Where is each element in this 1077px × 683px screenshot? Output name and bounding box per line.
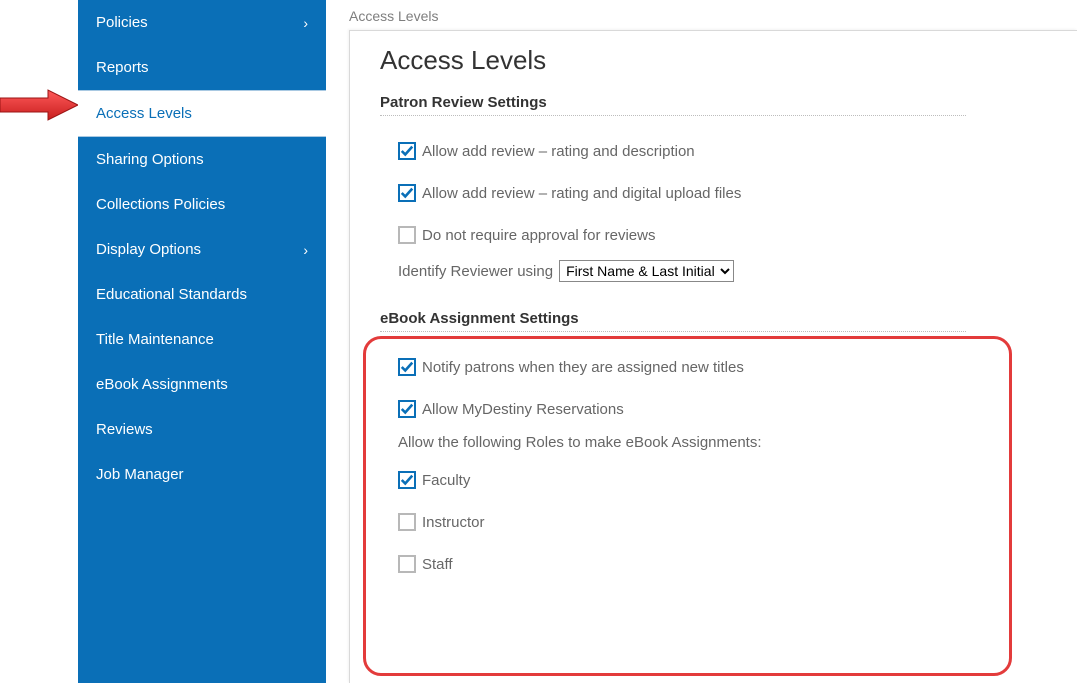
option-label: Do not require approval for reviews [422, 227, 655, 244]
identify-reviewer-label: Identify Reviewer using [398, 263, 553, 280]
sidebar-item-reports[interactable]: Reports [78, 45, 326, 90]
chevron-right-icon: › [303, 15, 308, 31]
section-title-ebook: eBook Assignment Settings [380, 310, 1047, 327]
option-notify-patrons: Notify patrons when they are assigned ne… [398, 358, 1047, 376]
sidebar-item-educational-standards[interactable]: Educational Standards [78, 272, 326, 317]
main-panel: Access Levels Patron Review Settings All… [349, 30, 1077, 683]
sidebar-item-label: Educational Standards [96, 286, 247, 303]
roles-intro-text: Allow the following Roles to make eBook … [398, 434, 1047, 451]
sidebar-item-sharing-options[interactable]: Sharing Options [78, 137, 326, 182]
option-label: Notify patrons when they are assigned ne… [422, 359, 744, 376]
sidebar-item-display-options[interactable]: Display Options › [78, 227, 326, 272]
checkbox-role-staff[interactable] [398, 555, 416, 573]
sidebar: Policies › Reports Access Levels Sharing… [78, 0, 326, 683]
sidebar-item-ebook-assignments[interactable]: eBook Assignments [78, 362, 326, 407]
sidebar-item-access-levels[interactable]: Access Levels [78, 90, 326, 137]
checkbox-no-approval[interactable] [398, 226, 416, 244]
option-label: Allow add review – rating and descriptio… [422, 143, 695, 160]
option-allow-review-rating-desc: Allow add review – rating and descriptio… [398, 142, 1047, 160]
sidebar-item-label: Display Options [96, 241, 201, 258]
option-role-staff: Staff [398, 555, 1047, 573]
sidebar-item-label: Job Manager [96, 466, 184, 483]
sidebar-item-label: Reports [96, 59, 149, 76]
checkbox-role-instructor[interactable] [398, 513, 416, 531]
option-allow-mydestiny: Allow MyDestiny Reservations [398, 400, 1047, 418]
option-role-instructor: Instructor [398, 513, 1047, 531]
sidebar-item-label: Reviews [96, 421, 153, 438]
sidebar-item-collections-policies[interactable]: Collections Policies [78, 182, 326, 227]
sidebar-item-job-manager[interactable]: Job Manager [78, 452, 326, 497]
sidebar-item-label: Sharing Options [96, 151, 204, 168]
sidebar-item-label: Title Maintenance [96, 331, 214, 348]
divider [380, 331, 966, 332]
breadcrumb: Access Levels [349, 8, 438, 24]
checkbox-allow-review-rating-upload[interactable] [398, 184, 416, 202]
sidebar-item-label: Access Levels [96, 105, 192, 122]
sidebar-item-reviews[interactable]: Reviews [78, 407, 326, 452]
checkbox-role-faculty[interactable] [398, 471, 416, 489]
checkbox-allow-review-rating-desc[interactable] [398, 142, 416, 160]
divider [380, 115, 966, 116]
sidebar-item-label: Policies [96, 14, 148, 31]
sidebar-item-label: Collections Policies [96, 196, 225, 213]
option-label: Instructor [422, 514, 485, 531]
checkbox-allow-mydestiny[interactable] [398, 400, 416, 418]
sidebar-item-title-maintenance[interactable]: Title Maintenance [78, 317, 326, 362]
option-label: Allow MyDestiny Reservations [422, 401, 624, 418]
identify-reviewer-row: Identify Reviewer using First Name & Las… [398, 260, 1047, 282]
checkbox-notify-patrons[interactable] [398, 358, 416, 376]
option-label: Allow add review – rating and digital up… [422, 185, 741, 202]
sidebar-item-label: eBook Assignments [96, 376, 228, 393]
chevron-right-icon: › [303, 242, 308, 258]
section-title-patron-review: Patron Review Settings [380, 94, 1047, 111]
option-role-faculty: Faculty [398, 471, 1047, 489]
option-label: Faculty [422, 472, 470, 489]
annotation-arrow [0, 88, 80, 122]
option-allow-review-rating-upload: Allow add review – rating and digital up… [398, 184, 1047, 202]
option-label: Staff [422, 556, 453, 573]
option-no-approval: Do not require approval for reviews [398, 226, 1047, 244]
sidebar-item-policies[interactable]: Policies › [78, 0, 326, 45]
identify-reviewer-select[interactable]: First Name & Last Initial [559, 260, 734, 282]
page-title: Access Levels [380, 45, 1047, 76]
